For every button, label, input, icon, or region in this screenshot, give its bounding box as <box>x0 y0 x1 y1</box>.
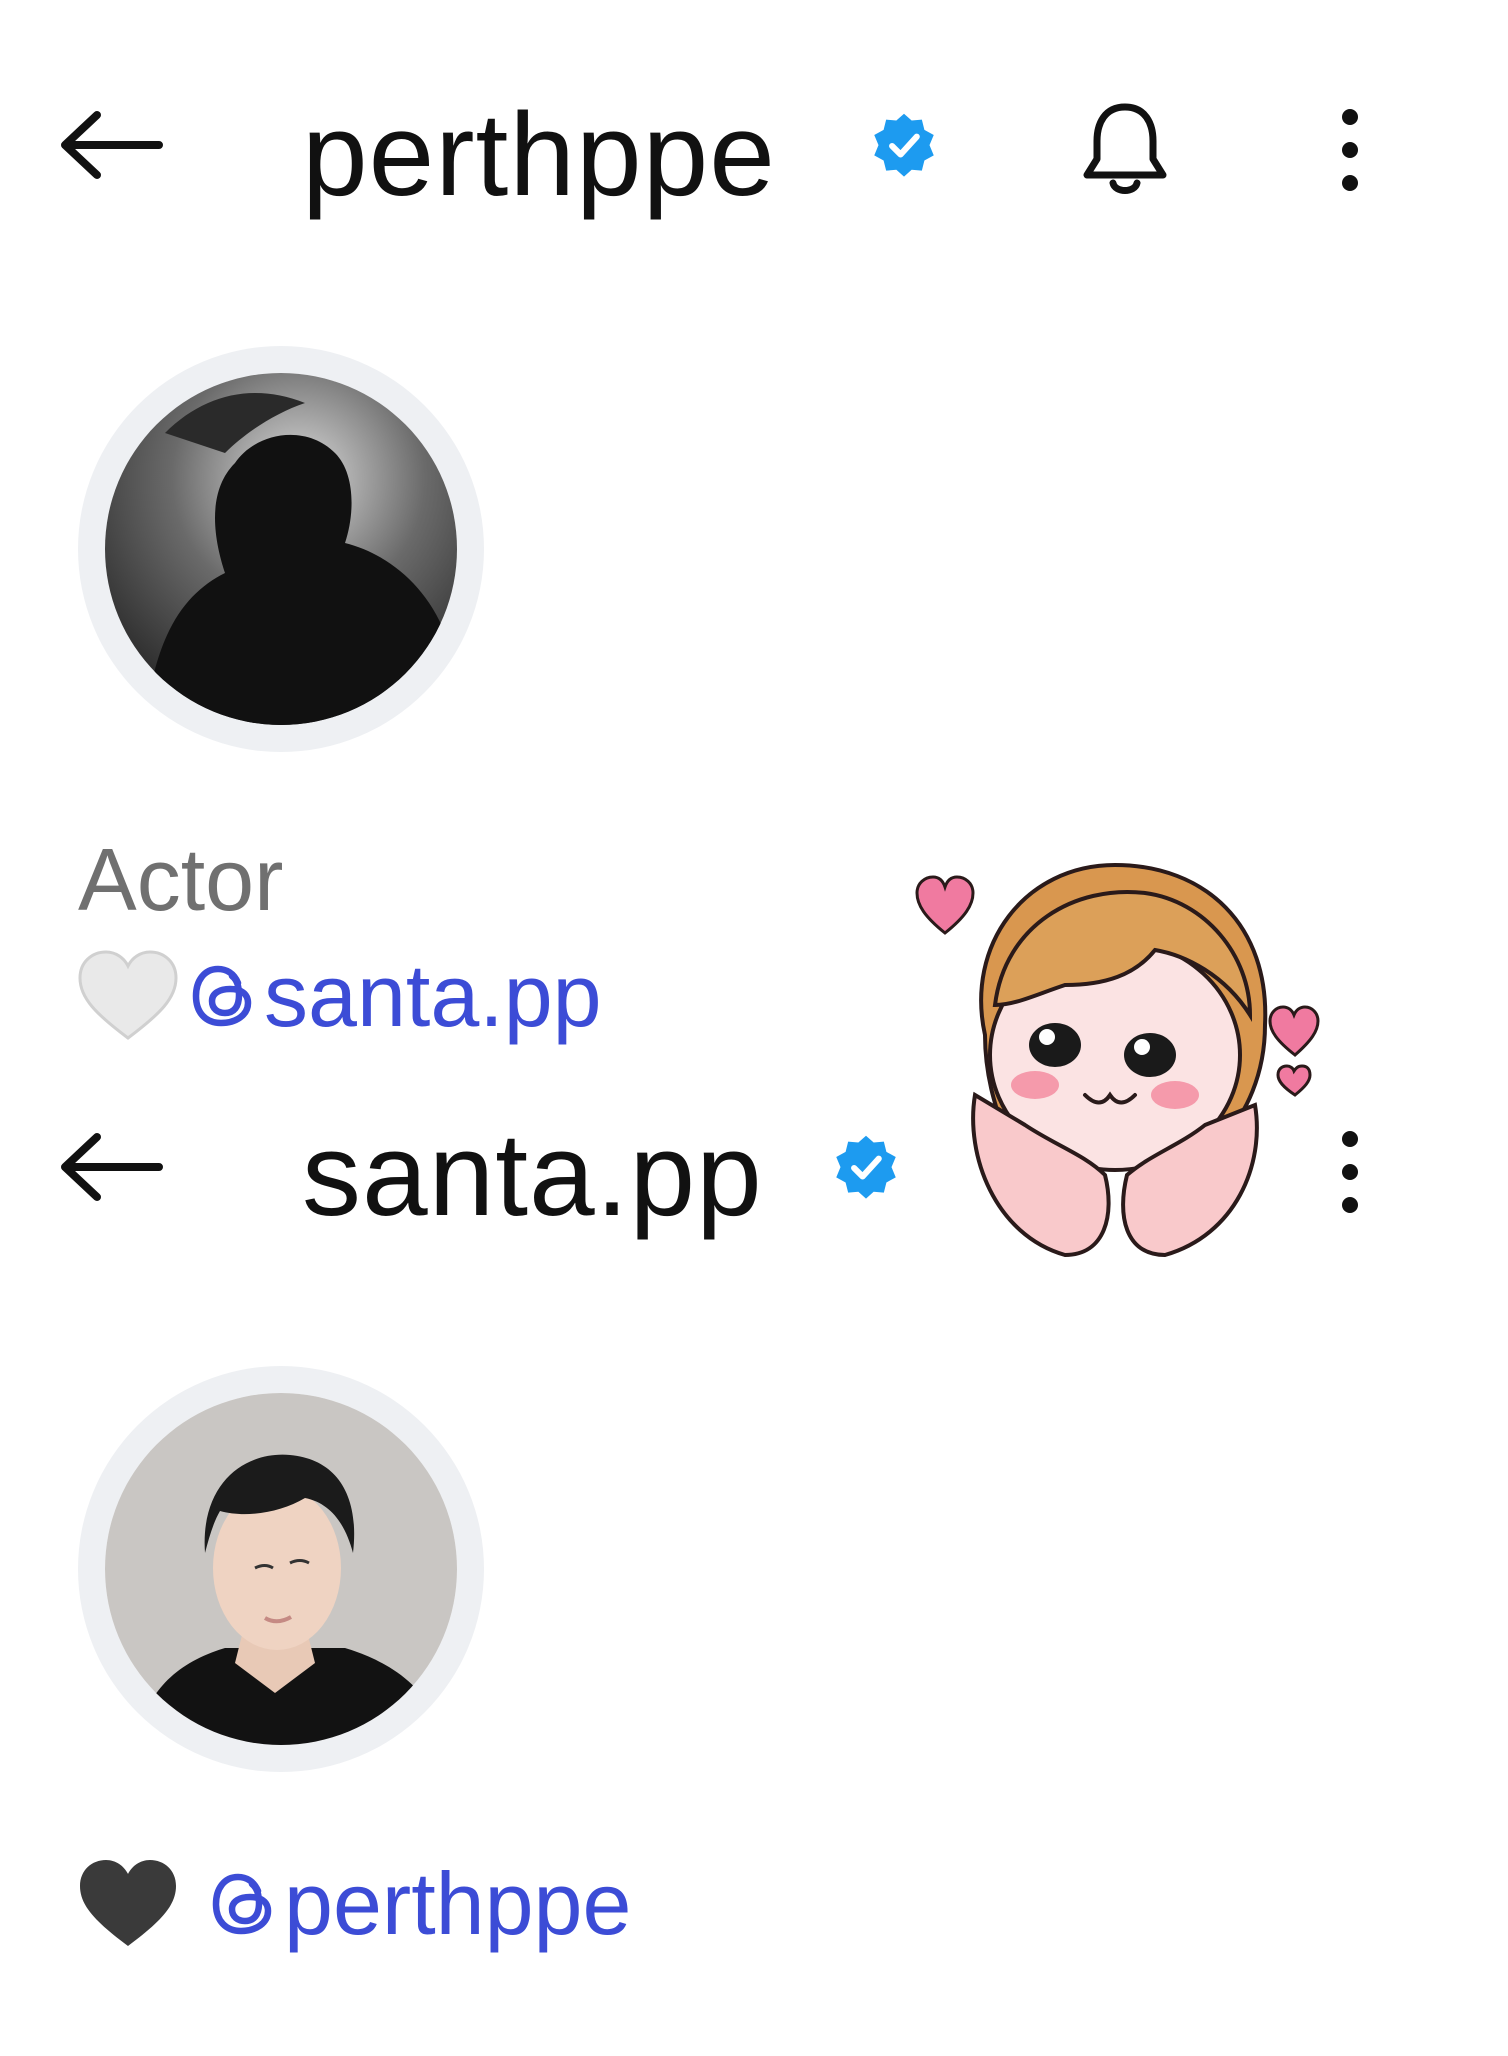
profile-username: perthppe <box>302 89 776 221</box>
verified-badge-icon <box>836 1135 896 1199</box>
small-heart-icon <box>915 875 975 935</box>
threads-handle-link[interactable]: perthppe <box>284 1860 631 1948</box>
back-button[interactable] <box>55 100 165 190</box>
verified-badge-icon <box>874 113 934 177</box>
small-heart-icon <box>1276 1064 1312 1097</box>
white-heart-icon <box>78 950 178 1040</box>
profile-avatar[interactable] <box>78 1366 484 1772</box>
small-heart-icon <box>1268 1005 1320 1057</box>
more-vertical-icon <box>1342 109 1358 191</box>
notifications-button[interactable] <box>1070 94 1180 204</box>
threads-handle-link[interactable]: santa.pp <box>264 952 602 1040</box>
bio-category: Actor <box>78 830 284 929</box>
profile-avatar[interactable] <box>78 346 484 752</box>
avatar-photo <box>105 373 457 725</box>
threads-icon <box>192 965 252 1027</box>
bell-icon <box>1083 103 1167 194</box>
blushing-girl-sticker <box>915 862 1320 1258</box>
back-arrow-icon <box>61 111 163 179</box>
threads-link-row[interactable]: santa.pp <box>76 948 602 1044</box>
profile-username: santa.pp <box>302 1109 763 1241</box>
black-heart-icon <box>80 1860 176 1946</box>
threads-link-row[interactable]: perthppe <box>76 1856 631 1952</box>
avatar-photo <box>105 1393 457 1745</box>
threads-icon <box>212 1873 272 1935</box>
back-arrow-icon <box>61 1133 163 1201</box>
back-button[interactable] <box>55 1122 165 1212</box>
more-options-button[interactable] <box>1320 100 1380 200</box>
